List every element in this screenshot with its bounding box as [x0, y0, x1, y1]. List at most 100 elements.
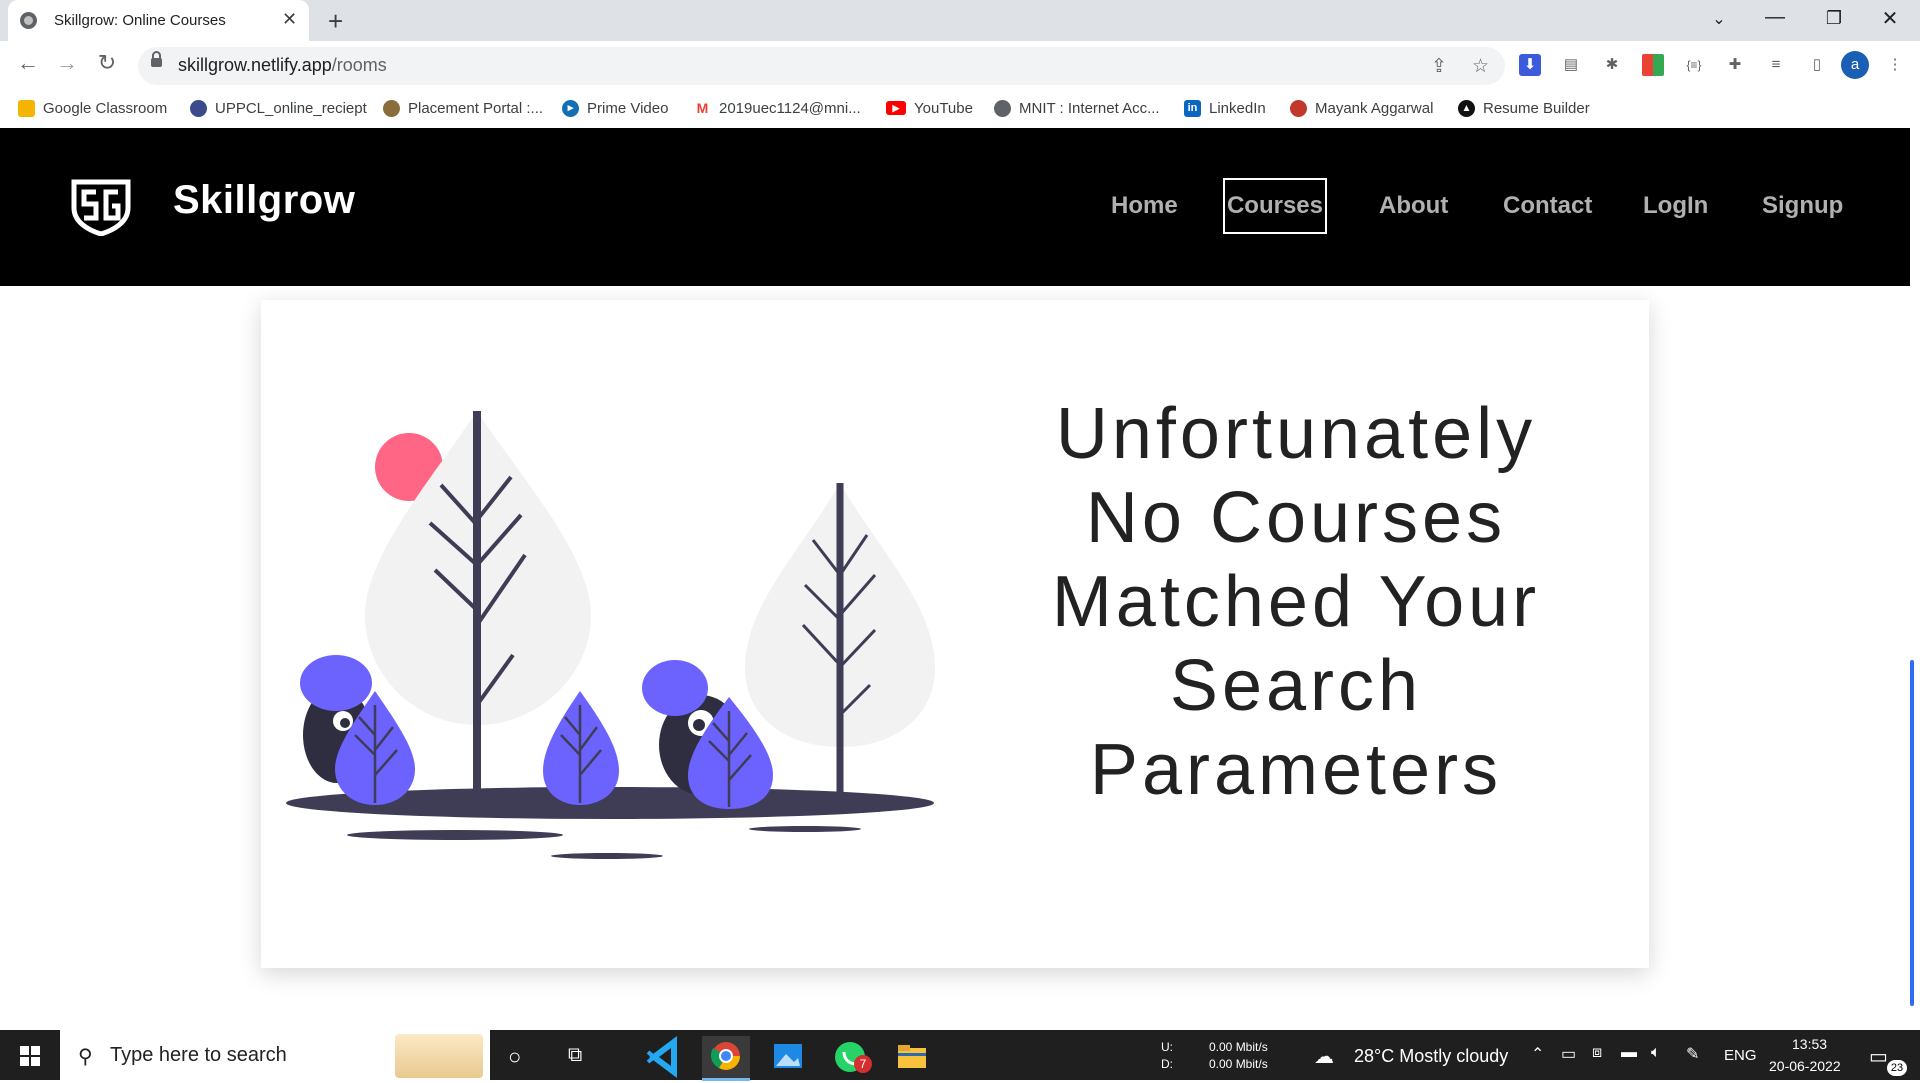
bookmark-label: UPPCL_online_reciept [215, 99, 367, 117]
bookmark-mayank[interactable]: Mayank Aggarwal [1290, 96, 1433, 120]
tray-chevron-icon[interactable]: ⌃ [1531, 1044, 1544, 1064]
message-line: Parameters [1089, 730, 1503, 810]
bookmark-label: Resume Builder [1483, 99, 1590, 117]
weather-text[interactable]: 28°C Mostly cloudy [1354, 1046, 1508, 1067]
url-text[interactable]: skillgrow.netlify.app/rooms [178, 55, 387, 76]
windows-start-icon[interactable] [20, 1046, 40, 1066]
volume-icon[interactable]: 🔈︎ [1651, 1044, 1661, 1062]
json-extension-icon[interactable]: {≡} [1683, 54, 1705, 76]
clock-date[interactable]: 20-06-2022 [1769, 1058, 1841, 1074]
bookmark-label: MNIT : Internet Acc... [1019, 99, 1160, 117]
message-line: Unfortunately [1055, 394, 1537, 474]
close-tab-icon[interactable]: ✕ [282, 9, 297, 30]
uppcl-icon [190, 99, 207, 117]
battery-icon[interactable]: ▬ [1621, 1044, 1637, 1062]
photos-app-icon[interactable] [764, 1036, 812, 1078]
bookmark-mnit[interactable]: MNIT : Internet Acc... [994, 96, 1160, 120]
media-control-icon[interactable]: ≡ [1765, 54, 1787, 76]
avatar-icon [1290, 99, 1307, 117]
nav-login[interactable]: LogIn [1643, 192, 1708, 220]
linkedin-icon: in [1184, 99, 1201, 117]
nav-signup[interactable]: Signup [1762, 192, 1843, 220]
notification-icon[interactable]: ▭ [1869, 1044, 1888, 1069]
bookmark-linkedin[interactable]: in LinkedIn [1184, 96, 1266, 120]
bookmark-label: YouTube [914, 99, 973, 117]
weather-cloud-icon[interactable]: ☁ [1314, 1044, 1334, 1069]
lock-icon[interactable] [151, 51, 162, 67]
resume-builder-icon: ▲ [1458, 99, 1475, 117]
prime-video-icon: ▸ [562, 99, 579, 117]
net-download-speed: 0.00 Mbit/s [1209, 1057, 1268, 1071]
network-icon[interactable]: ▭ [1561, 1044, 1576, 1064]
notification-count: 23 [1887, 1060, 1907, 1076]
url-host: skillgrow.netlify.app [178, 55, 332, 75]
bookmark-label: Google Classroom [43, 99, 168, 117]
bookmark-placement-portal[interactable]: Placement Portal :... [383, 96, 543, 120]
message-line: Matched Your [1051, 562, 1541, 642]
grid-extension-icon[interactable] [1642, 54, 1664, 76]
file-explorer-icon[interactable] [888, 1036, 936, 1078]
back-button[interactable]: ← [12, 50, 44, 76]
globe-icon [20, 12, 37, 29]
nav-home[interactable]: Home [1111, 192, 1178, 220]
bookmark-gmail[interactable]: M 2019uec1124@mni... [694, 96, 861, 120]
tab-title: Skillgrow: Online Courses [54, 12, 226, 29]
gmail-icon: M [694, 99, 711, 117]
placement-portal-icon [383, 99, 400, 117]
minimize-button[interactable]: — [1755, 6, 1795, 29]
bookmark-google-classroom[interactable]: Google Classroom [18, 96, 167, 120]
bug-extension-icon[interactable]: ✱ [1601, 54, 1623, 76]
clock-time[interactable]: 13:53 [1792, 1036, 1827, 1052]
pen-icon[interactable]: ✎ [1686, 1044, 1699, 1064]
bookmark-label: LinkedIn [1209, 99, 1266, 117]
reload-button[interactable]: ↻ [91, 50, 123, 76]
bookmark-label: Mayank Aggarwal [1315, 99, 1434, 117]
bookmark-uppcl[interactable]: UPPCL_online_reciept [190, 96, 367, 120]
net-upload-label: U: [1161, 1040, 1173, 1054]
profile-avatar[interactable]: a [1841, 51, 1869, 79]
camera-icon[interactable]: ⧈ [1592, 1044, 1602, 1062]
download-extension-icon[interactable]: ⬇ [1519, 54, 1541, 76]
whatsapp-badge: 7 [854, 1055, 872, 1073]
nav-about[interactable]: About [1379, 192, 1448, 220]
vscode-app-icon[interactable] [640, 1036, 688, 1078]
no-results-illustration [286, 411, 935, 859]
puzzle-extensions-icon[interactable]: ✚ [1724, 54, 1746, 76]
globe-icon [994, 99, 1011, 117]
bookmark-star-icon[interactable]: ☆ [1472, 55, 1489, 78]
bookmark-prime-video[interactable]: ▸ Prime Video [562, 96, 668, 120]
language-indicator[interactable]: ENG [1724, 1047, 1757, 1064]
net-upload-speed: 0.00 Mbit/s [1209, 1040, 1268, 1054]
forward-button[interactable]: → [51, 50, 83, 76]
brand-name[interactable]: Skillgrow [173, 178, 355, 223]
message-line: Search [1169, 646, 1423, 726]
restore-button[interactable]: ❐ [1814, 8, 1854, 29]
share-icon[interactable]: ⇪ [1431, 55, 1447, 78]
bookmark-youtube[interactable]: ▶ YouTube [886, 96, 973, 120]
skillgrow-logo-icon[interactable] [68, 178, 134, 236]
bookmark-label: 2019uec1124@mni... [719, 99, 861, 117]
taskbar-search-placeholder[interactable]: Type here to search [110, 1044, 287, 1067]
bookmark-label: Placement Portal :... [408, 99, 544, 117]
bookmark-label: Prime Video [587, 99, 669, 117]
search-highlight-image[interactable] [395, 1034, 483, 1078]
nav-contact[interactable]: Contact [1503, 192, 1592, 220]
card-extension-icon[interactable]: ▤ [1560, 54, 1582, 76]
tab-search-chevron-icon[interactable]: ⌄ [1699, 9, 1739, 29]
chrome-app-icon[interactable] [702, 1036, 750, 1081]
new-tab-button[interactable]: + [328, 6, 343, 37]
close-window-button[interactable]: ✕ [1870, 6, 1910, 31]
bookmark-resume-builder[interactable]: ▲ Resume Builder [1458, 96, 1590, 120]
kebab-menu-icon[interactable]: ⋮ [1884, 54, 1906, 76]
message-line: No Courses [1085, 478, 1507, 558]
classroom-icon [18, 99, 35, 117]
url-path: /rooms [331, 55, 387, 75]
youtube-icon: ▶ [886, 101, 906, 115]
no-courses-message: Unfortunately No Courses Matched Your Se… [1020, 392, 1572, 812]
task-view-icon[interactable]: ⧉ [568, 1044, 582, 1067]
scrollbar-accent[interactable] [1910, 660, 1914, 1006]
nav-courses[interactable]: Courses [1223, 178, 1327, 234]
search-icon: ⚲ [78, 1046, 93, 1068]
side-panel-icon[interactable]: ▯ [1806, 54, 1828, 76]
cortana-icon[interactable]: ○ [508, 1044, 521, 1070]
